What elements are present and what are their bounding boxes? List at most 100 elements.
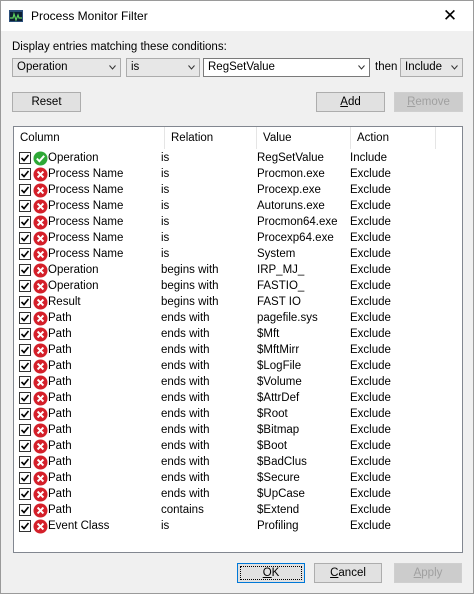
row-checkbox[interactable]: [19, 168, 31, 180]
cell-column: Path: [48, 328, 72, 340]
row-checkbox[interactable]: [19, 312, 31, 324]
x-circle-icon: [33, 519, 48, 534]
cell-action: Exclude: [350, 328, 391, 340]
row-checkbox[interactable]: [19, 344, 31, 356]
table-row[interactable]: Process Name is Procmon64.exe Exclude: [14, 215, 462, 231]
apply-button[interactable]: Apply: [394, 563, 462, 583]
cell-relation: ends with: [161, 392, 210, 404]
cell-action: Exclude: [350, 472, 391, 484]
cell-column: Path: [48, 472, 72, 484]
title-bar[interactable]: Process Monitor Filter ✕: [1, 1, 473, 31]
cell-value: $BadClus: [257, 456, 307, 468]
column-select-value: Operation: [17, 61, 68, 73]
table-row[interactable]: Path contains $Extend Exclude: [14, 503, 462, 519]
column-select[interactable]: Operation: [12, 58, 121, 77]
table-row[interactable]: Path ends with pagefile.sys Exclude: [14, 311, 462, 327]
row-checkbox[interactable]: [19, 280, 31, 292]
row-checkbox[interactable]: [19, 184, 31, 196]
row-checkbox[interactable]: [19, 296, 31, 308]
table-row[interactable]: Operation is RegSetValue Include: [14, 151, 462, 167]
table-row[interactable]: Path ends with $BadClus Exclude: [14, 455, 462, 471]
cancel-button-label: Cancel: [330, 567, 366, 579]
remove-button[interactable]: Remove: [394, 92, 463, 112]
cell-column: Result: [48, 296, 81, 308]
cell-column: Path: [48, 312, 72, 324]
cell-value: $MftMirr: [257, 344, 300, 356]
row-checkbox[interactable]: [19, 472, 31, 484]
table-row[interactable]: Path ends with $Secure Exclude: [14, 471, 462, 487]
cell-value: Procmon64.exe: [257, 216, 338, 228]
header-value[interactable]: Value: [257, 127, 351, 149]
cell-action: Exclude: [350, 344, 391, 356]
cell-relation: is: [161, 184, 170, 196]
reset-button[interactable]: Reset: [12, 92, 81, 112]
table-row[interactable]: Path ends with $Boot Exclude: [14, 439, 462, 455]
table-row[interactable]: Process Name is Autoruns.exe Exclude: [14, 199, 462, 215]
table-row[interactable]: Process Name is Procexp64.exe Exclude: [14, 231, 462, 247]
relation-select[interactable]: is: [126, 58, 200, 77]
cell-column: Process Name: [48, 184, 124, 196]
x-circle-icon: [33, 439, 48, 454]
row-checkbox[interactable]: [19, 424, 31, 436]
x-circle-icon: [33, 231, 48, 246]
cell-column: Path: [48, 440, 72, 452]
chevron-down-icon: [358, 65, 365, 70]
row-checkbox[interactable]: [19, 520, 31, 532]
table-row[interactable]: Result begins with FAST IO Exclude: [14, 295, 462, 311]
row-checkbox[interactable]: [19, 392, 31, 404]
cell-value: Autoruns.exe: [257, 200, 325, 212]
row-checkbox[interactable]: [19, 200, 31, 212]
row-checkbox[interactable]: [19, 360, 31, 372]
row-checkbox[interactable]: [19, 264, 31, 276]
x-circle-icon: [33, 327, 48, 342]
table-row[interactable]: Process Name is Procmon.exe Exclude: [14, 167, 462, 183]
table-row[interactable]: Operation begins with FASTIO_ Exclude: [14, 279, 462, 295]
header-column[interactable]: Column: [14, 127, 165, 149]
action-select[interactable]: Include: [400, 58, 463, 77]
table-row[interactable]: Path ends with $MftMirr Exclude: [14, 343, 462, 359]
table-row[interactable]: Operation begins with IRP_MJ_ Exclude: [14, 263, 462, 279]
row-checkbox[interactable]: [19, 248, 31, 260]
row-checkbox[interactable]: [19, 232, 31, 244]
cell-column: Path: [48, 408, 72, 420]
cancel-button[interactable]: Cancel: [314, 563, 382, 583]
cell-column: Operation: [48, 264, 99, 276]
row-checkbox[interactable]: [19, 152, 31, 164]
cell-value: $Mft: [257, 328, 280, 340]
header-relation[interactable]: Relation: [165, 127, 257, 149]
add-button[interactable]: Add: [316, 92, 385, 112]
table-row[interactable]: Path ends with $AttrDef Exclude: [14, 391, 462, 407]
action-select-value: Include: [405, 61, 443, 73]
cell-value: $Root: [257, 408, 288, 420]
row-checkbox[interactable]: [19, 504, 31, 516]
apply-button-label: Apply: [413, 567, 443, 579]
cell-value: $UpCase: [257, 488, 305, 500]
table-row[interactable]: Path ends with $Volume Exclude: [14, 375, 462, 391]
table-row[interactable]: Path ends with $Mft Exclude: [14, 327, 462, 343]
x-circle-icon: [33, 167, 48, 182]
table-row[interactable]: Path ends with $UpCase Exclude: [14, 487, 462, 503]
ok-button[interactable]: OK: [237, 563, 305, 583]
cell-value: FAST IO: [257, 296, 301, 308]
row-checkbox[interactable]: [19, 328, 31, 340]
row-checkbox[interactable]: [19, 488, 31, 500]
row-checkbox[interactable]: [19, 408, 31, 420]
cell-action: Exclude: [350, 440, 391, 452]
header-action[interactable]: Action: [351, 127, 436, 149]
table-row[interactable]: Event Class is Profiling Exclude: [14, 519, 462, 535]
table-row[interactable]: Path ends with $Bitmap Exclude: [14, 423, 462, 439]
row-checkbox[interactable]: [19, 456, 31, 468]
row-checkbox[interactable]: [19, 440, 31, 452]
table-row[interactable]: Process Name is System Exclude: [14, 247, 462, 263]
table-row[interactable]: Process Name is Procexp.exe Exclude: [14, 183, 462, 199]
row-checkbox[interactable]: [19, 216, 31, 228]
table-row[interactable]: Path ends with $Root Exclude: [14, 407, 462, 423]
filter-list[interactable]: Column Relation Value Action Operation is…: [13, 126, 463, 553]
value-combobox[interactable]: RegSetValue: [203, 58, 370, 77]
cell-relation: ends with: [161, 424, 210, 436]
row-checkbox[interactable]: [19, 376, 31, 388]
cell-action: Exclude: [350, 168, 391, 180]
table-row[interactable]: Path ends with $LogFile Exclude: [14, 359, 462, 375]
cell-value: $Bitmap: [257, 424, 300, 436]
close-button[interactable]: ✕: [427, 1, 473, 31]
